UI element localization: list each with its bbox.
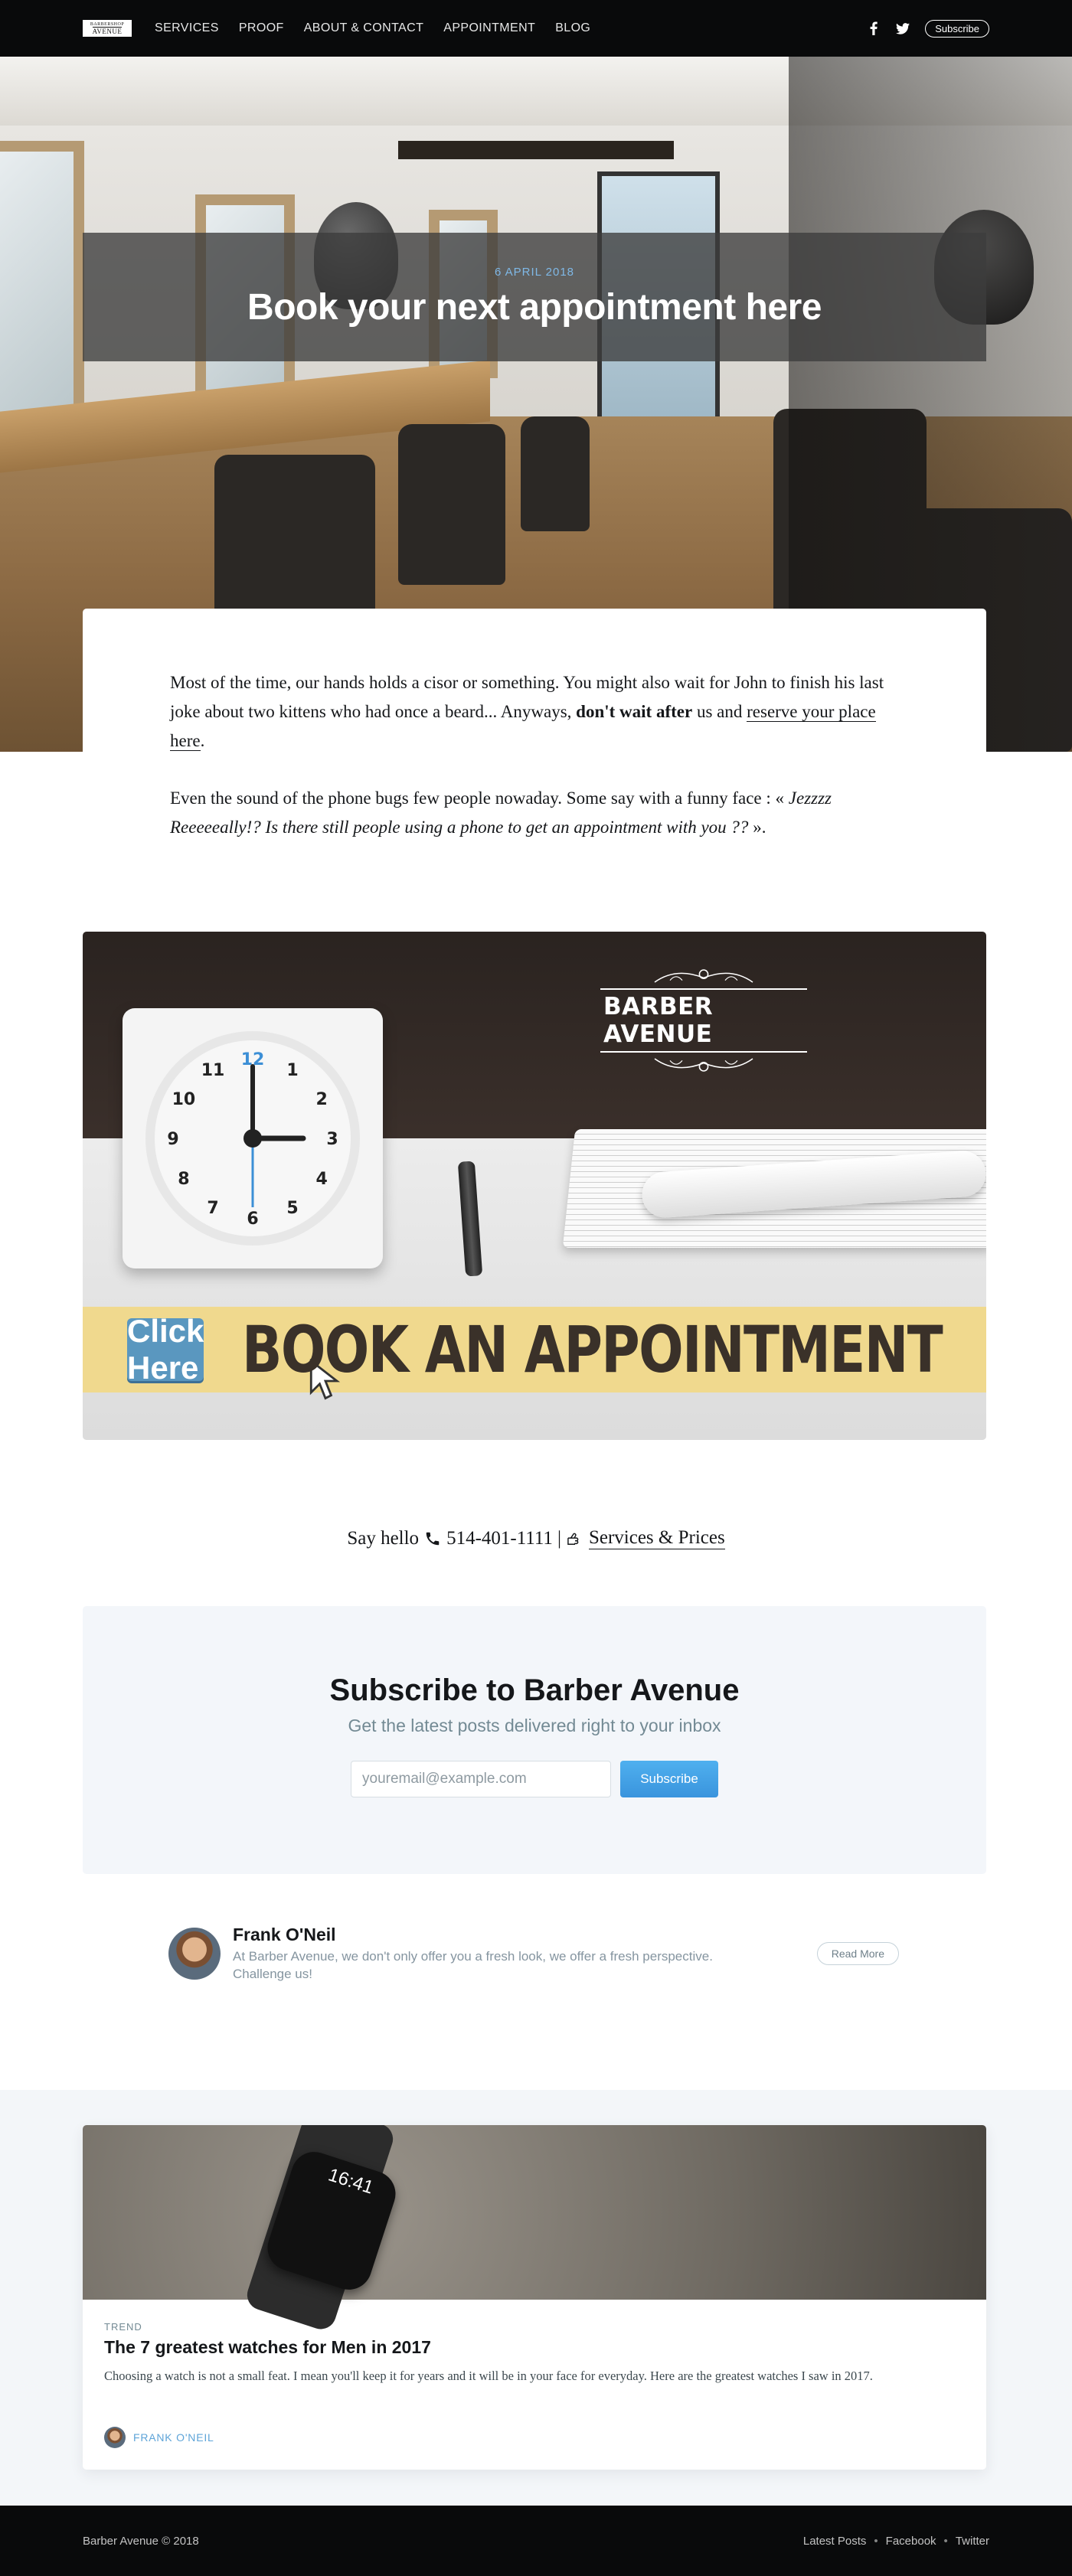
ornament-icon bbox=[654, 1058, 753, 1072]
subscribe-title: Subscribe to Barber Avenue bbox=[329, 1673, 740, 1707]
nav-link-services[interactable]: SERVICES bbox=[155, 21, 219, 35]
post-card-author-name[interactable]: FRANK O'NEIL bbox=[133, 2431, 214, 2444]
post-title: Book your next appointment here bbox=[247, 287, 822, 328]
contact-line: Say hello 514-401-1111 | Services & Pric… bbox=[0, 1527, 1072, 1549]
hand-pointing-icon bbox=[566, 1530, 584, 1548]
click-here-label: Click Here bbox=[127, 1313, 204, 1386]
hero-mirror bbox=[0, 141, 84, 447]
separator: | bbox=[557, 1527, 561, 1549]
post-paragraph-2: Even the sound of the phone bugs few peo… bbox=[170, 784, 890, 842]
post-paragraph-1: Most of the time, our hands holds a ciso… bbox=[170, 668, 890, 756]
subscribe-form: Subscribe bbox=[351, 1761, 718, 1797]
site-logo[interactable]: BARBERSHOP AVENUE bbox=[83, 20, 132, 37]
nav-actions: Subscribe bbox=[867, 19, 989, 38]
twitter-icon[interactable] bbox=[896, 21, 910, 35]
site-footer: Barber Avenue © 2018 Latest Posts • Face… bbox=[0, 2506, 1072, 2576]
post-card-author: FRANK O'NEIL bbox=[104, 2427, 214, 2448]
clock-number: 4 bbox=[315, 1170, 327, 1189]
hero-beam bbox=[398, 141, 674, 159]
subscribe-form-section: Subscribe to Barber Avenue Get the lates… bbox=[83, 1606, 986, 1874]
bold-text: don't wait after bbox=[576, 702, 693, 722]
nav-link-blog[interactable]: BLOG bbox=[555, 21, 590, 35]
phone-icon bbox=[423, 1530, 442, 1548]
hero-chair bbox=[521, 416, 590, 531]
paragraph-text: . bbox=[200, 731, 205, 751]
post-card-image[interactable]: 16:41 bbox=[83, 2125, 986, 2333]
author-card: Frank O'Neil At Barber Avenue, we don't … bbox=[168, 1925, 899, 1982]
post-card-content: TREND The 7 greatest watches for Men in … bbox=[104, 2321, 962, 2386]
read-next-section: 16:41 TREND The 7 greatest watches for M… bbox=[0, 2090, 1072, 2506]
footer-link-twitter[interactable]: Twitter bbox=[956, 2535, 989, 2548]
post-card-title[interactable]: The 7 greatest watches for Men in 2017 bbox=[104, 2337, 962, 2358]
brand-name: BARBER AVENUE bbox=[600, 988, 807, 1053]
clock-number: 11 bbox=[201, 1061, 225, 1080]
paragraph-text: Even the sound of the phone bugs few peo… bbox=[170, 788, 789, 808]
clock-number: 7 bbox=[207, 1199, 218, 1218]
clock-number: 5 bbox=[286, 1199, 298, 1218]
post-card-excerpt: Choosing a watch is not a small feat. I … bbox=[104, 2369, 873, 2383]
clock-number: 1 bbox=[286, 1061, 298, 1080]
footer-nav: Latest Posts • Facebook • Twitter bbox=[803, 2535, 989, 2548]
subscribe-description: Get the latest posts delivered right to … bbox=[348, 1716, 721, 1735]
clock-number: 9 bbox=[167, 1130, 178, 1149]
book-appointment-strip: Click Here BOOK AN APPOINTMENT bbox=[83, 1307, 986, 1400]
post-card-author-avatar[interactable] bbox=[104, 2427, 126, 2448]
barber-avenue-logo: BARBER AVENUE bbox=[600, 967, 807, 1074]
post-body: Most of the time, our hands holds a ciso… bbox=[170, 668, 890, 842]
author-info: Frank O'Neil At Barber Avenue, we don't … bbox=[233, 1925, 769, 1982]
clock-image: 12 1 2 3 4 5 6 7 8 9 10 11 bbox=[123, 1008, 383, 1268]
footer-link-facebook[interactable]: Facebook bbox=[886, 2535, 936, 2548]
hero-title-band: 6 APRIL 2018 Book your next appointment … bbox=[83, 233, 986, 361]
paragraph-text: us and bbox=[692, 702, 747, 722]
phone-number[interactable]: 514-401-1111 bbox=[446, 1528, 553, 1549]
facebook-icon[interactable] bbox=[867, 21, 881, 35]
author-bio: At Barber Avenue, we don't only offer yo… bbox=[233, 1949, 713, 1981]
clock-number: 2 bbox=[315, 1090, 327, 1109]
book-appointment-text: BOOK AN APPOINTMENT bbox=[242, 1312, 943, 1387]
subscribe-button[interactable]: Subscribe bbox=[620, 1761, 718, 1797]
copyright[interactable]: Barber Avenue © 2018 bbox=[83, 2535, 199, 2548]
subscribe-nav-button[interactable]: Subscribe bbox=[925, 19, 989, 38]
paragraph-text: ». bbox=[748, 817, 766, 837]
post-card-tag: TREND bbox=[104, 2321, 142, 2333]
post-content: Most of the time, our hands holds a ciso… bbox=[83, 609, 986, 899]
nav-link-proof[interactable]: PROOF bbox=[239, 21, 284, 35]
click-here-button[interactable]: Click Here bbox=[127, 1313, 341, 1400]
footer-separator: • bbox=[943, 2534, 948, 2548]
footer-link-latest-posts[interactable]: Latest Posts bbox=[803, 2535, 867, 2548]
main-menu: SERVICES PROOF ABOUT & CONTACT APPOINTME… bbox=[155, 21, 590, 35]
clock-number: 10 bbox=[172, 1090, 196, 1109]
site-nav: BARBERSHOP AVENUE SERVICES PROOF ABOUT &… bbox=[0, 0, 1072, 57]
hero-chair bbox=[398, 424, 505, 585]
nav-link-appointment[interactable]: APPOINTMENT bbox=[443, 21, 535, 35]
clock-face: 121234567891011 bbox=[145, 1031, 360, 1246]
footer-separator: • bbox=[874, 2534, 878, 2548]
related-post-card[interactable]: 16:41 TREND The 7 greatest watches for M… bbox=[83, 2125, 986, 2470]
ornament-icon bbox=[654, 969, 753, 983]
say-hello-text: Say hello bbox=[347, 1527, 420, 1549]
services-prices-link[interactable]: Services & Prices bbox=[588, 1527, 725, 1549]
book-appointment-banner[interactable]: 12 1 2 3 4 5 6 7 8 9 10 11 BARBER AVENUE Click Here bbox=[83, 932, 986, 1440]
author-name[interactable]: Frank O'Neil bbox=[233, 1925, 769, 1945]
clock-number: 6 bbox=[247, 1210, 258, 1229]
post-date: 6 APRIL 2018 bbox=[494, 266, 574, 279]
clock-number: 3 bbox=[326, 1130, 338, 1149]
nav-link-about-contact[interactable]: ABOUT & CONTACT bbox=[304, 21, 424, 35]
email-input[interactable] bbox=[351, 1761, 611, 1797]
logo-line-2: AVENUE bbox=[92, 26, 123, 35]
clock-number: 8 bbox=[178, 1170, 189, 1189]
author-avatar[interactable] bbox=[168, 1928, 221, 1980]
read-more-button[interactable]: Read More bbox=[816, 1942, 899, 1965]
